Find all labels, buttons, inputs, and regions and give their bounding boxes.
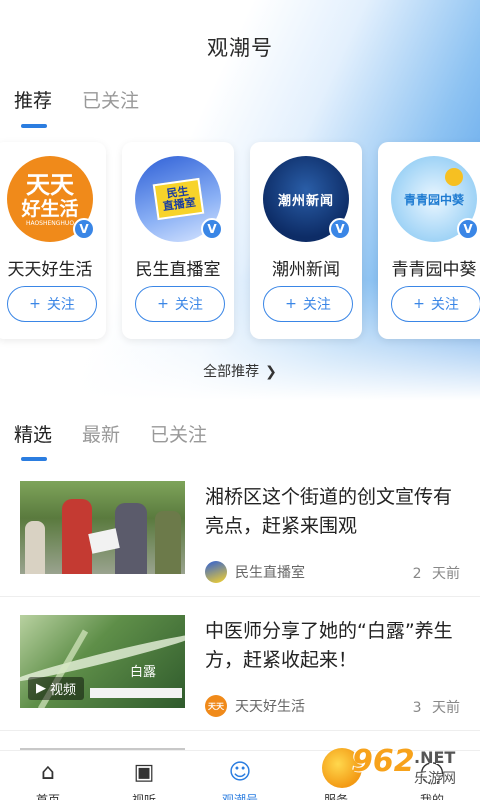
follow-button[interactable]: + 关注 [135, 286, 225, 322]
chevron-right-icon: ❯ [265, 364, 277, 380]
article-source[interactable]: 天天 天天好生活 [205, 695, 305, 717]
plus-icon: + [413, 296, 425, 312]
article-item[interactable]: 湘桥区这个街道的创文宣传有亮点，赶紧来围观 民生直播室 2 天前 [0, 481, 480, 615]
thumb-text: 白露 [130, 665, 157, 680]
channel-name: 民生直播室 [135, 260, 221, 280]
article-thumbnail: 白露 ▶ 视频 [20, 615, 185, 708]
channel-name: 潮州新闻 [272, 260, 340, 280]
watermark-net: .NET [414, 748, 456, 767]
tab-feed-followed[interactable]: 已关注 [150, 420, 207, 447]
nav-video[interactable]: ▣ 视听 [96, 751, 192, 800]
source-logo: 天天 [205, 695, 227, 717]
tab-recommend[interactable]: 推荐 [14, 86, 52, 113]
top-tab-bar: 推荐 已关注 [14, 86, 139, 113]
video-badge: ▶ 视频 [28, 677, 85, 700]
source-logo [205, 561, 227, 583]
divider [0, 596, 480, 597]
channel-name: 青青园中葵 [391, 260, 477, 280]
all-recommend-label: 全部推荐 [203, 364, 260, 380]
follow-label: 关注 [302, 297, 331, 313]
channel-card[interactable]: 青青园中葵 V 青青园中葵 + 关注 [378, 142, 480, 339]
logo-text: 潮州新闻 [277, 193, 334, 209]
video-badge-label: 视频 [50, 683, 77, 698]
tab-featured[interactable]: 精选 [14, 420, 52, 447]
logo-text: 天天 [25, 170, 74, 199]
feed-tab-indicator [21, 457, 47, 461]
channel-card[interactable]: 潮州新闻 V 潮州新闻 + 关注 [250, 142, 362, 339]
home-icon: ⌂ [41, 760, 55, 785]
channel-card[interactable]: 天天 好生活 HAOSHENGHUO V 天天好生活 + 关注 [0, 142, 106, 339]
nav-label: 观潮号 [221, 793, 258, 800]
watermark-cn: 乐游网 [414, 771, 456, 787]
channel-name: 天天好生活 [7, 260, 93, 280]
nav-label: 视听 [131, 793, 156, 800]
divider [0, 730, 480, 731]
logo-text: 好生活 [21, 197, 79, 220]
logo-subtext: HAOSHENGHUO [25, 219, 75, 227]
article-source[interactable]: 民生直播室 [205, 561, 305, 583]
nav-guanchao[interactable]: ☺ 观潮号 [192, 751, 288, 800]
channel-carousel[interactable]: 天天 好生活 HAOSHENGHUO V 天天好生活 + 关注 民生 直播室 V… [0, 142, 480, 339]
tab-latest[interactable]: 最新 [82, 420, 120, 447]
verified-icon: V [457, 218, 479, 240]
verified-icon: V [201, 218, 223, 240]
channel-card[interactable]: 民生 直播室 V 民生直播室 + 关注 [122, 142, 234, 339]
watermark-logo: 962 .NET 乐游网 [322, 744, 472, 794]
page: 观潮号 推荐 已关注 天天 好生活 HAOSHENGHUO V 天天好生活 + … [0, 0, 480, 800]
video-icon: ▣ [133, 760, 155, 785]
verified-icon: V [73, 218, 95, 240]
article-time: 2 天前 [412, 566, 460, 582]
article-item[interactable]: 白露 ▶ 视频 中医师分享了她的“白露”养生方，赶紧收起来！ 天天 天天好生活 … [0, 615, 480, 749]
article-thumbnail [20, 481, 185, 574]
plus-icon: + [285, 296, 297, 312]
article-headline: 中医师分享了她的“白露”养生方，赶紧收起来！ [205, 620, 453, 671]
follow-button[interactable]: + 关注 [263, 286, 353, 322]
page-title: 观潮号 [207, 36, 273, 60]
source-name: 民生直播室 [235, 565, 305, 581]
logo-text: 青青园中葵 [403, 192, 464, 207]
plus-icon: + [29, 296, 41, 312]
all-recommend-link[interactable]: 全部推荐 ❯ [0, 361, 480, 381]
play-icon: ▶ [36, 681, 46, 696]
top-tab-indicator [21, 124, 47, 128]
follow-label: 关注 [430, 297, 459, 313]
logo-text: 直播室 [161, 195, 197, 214]
follow-label: 关注 [174, 297, 203, 313]
source-name: 天天好生活 [235, 699, 305, 715]
sun-icon [445, 168, 463, 186]
nav-home[interactable]: ⌂ 首页 [0, 751, 96, 800]
watermark-num: 962 [352, 744, 415, 779]
follow-label: 关注 [46, 297, 75, 313]
verified-icon: V [329, 218, 351, 240]
follow-button[interactable]: + 关注 [391, 286, 480, 322]
nav-label: 首页 [35, 793, 60, 800]
article-headline: 湘桥区这个街道的创文宣传有亮点，赶紧来围观 [205, 486, 453, 537]
plus-icon: + [157, 296, 169, 312]
feed-tab-bar: 精选 最新 已关注 [14, 420, 207, 447]
article-time: 3 天前 [412, 700, 460, 716]
person-icon: ☺ [228, 760, 252, 785]
follow-button[interactable]: + 关注 [7, 286, 97, 322]
tab-followed[interactable]: 已关注 [82, 86, 139, 113]
